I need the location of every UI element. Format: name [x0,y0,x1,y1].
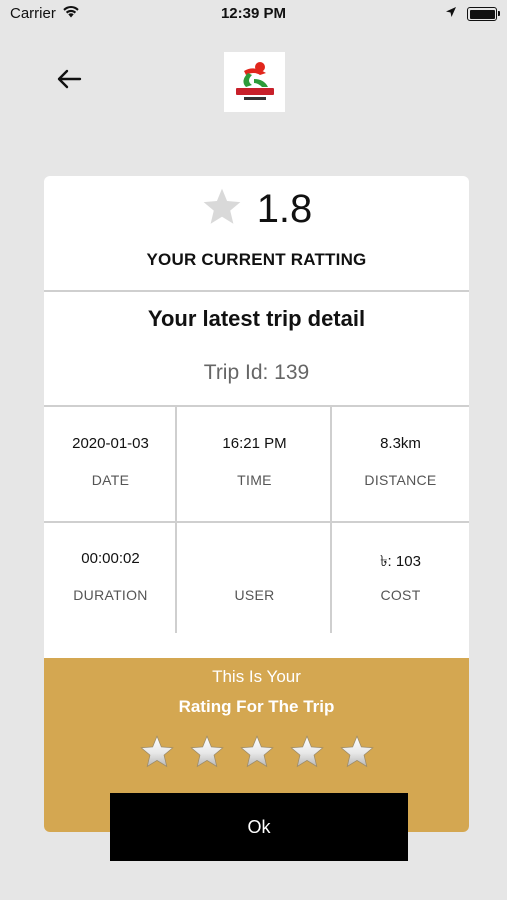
location-arrow-icon [445,5,457,23]
detail-date: 2020-01-03 DATE [44,407,177,521]
detail-value: 00:00:02 [81,550,140,567]
detail-distance: 8.3km DISTANCE [332,407,469,521]
trip-details-grid: 2020-01-03 DATE 16:21 PM TIME 8.3km DIST… [44,407,469,633]
trip-card: 1.8 YOUR CURRENT RATTING Your latest tri… [44,176,469,832]
trip-id: Trip Id: 139 [203,361,310,384]
detail-label: COST [380,587,421,603]
detail-value: ৳: 103 [380,553,421,570]
star-4-icon[interactable] [289,734,325,770]
detail-value: 16:21 PM [222,435,287,452]
detail-label: USER [234,587,275,603]
star-5-icon[interactable] [339,734,375,770]
detail-label: DURATION [73,587,148,603]
rating-value: 1.8 [256,187,313,231]
detail-value: 2020-01-03 [72,435,149,452]
back-button[interactable] [50,64,88,98]
rating-star-icon [201,186,243,233]
detail-cost: ৳: 103 COST [332,522,469,632]
rate-prompt-line1: This Is Your [212,667,301,686]
app-logo [224,52,285,112]
divider [175,407,177,633]
back-arrow-icon [56,69,82,94]
detail-user: USER [177,522,332,632]
star-rating-input [44,734,469,770]
rating-caption: YOUR CURRENT RATTING [146,250,367,269]
status-time: 12:39 PM [220,5,287,22]
status-bar: Carrier 12:39 PM [0,0,507,28]
detail-label: DATE [91,472,130,488]
detail-duration: 00:00:02 DURATION [44,522,177,632]
ok-button[interactable]: Ok [110,793,408,861]
star-1-icon[interactable] [139,734,175,770]
detail-label: TIME [237,472,272,488]
trip-title: Your latest trip detail [147,306,366,331]
divider [330,407,332,633]
divider [44,290,469,292]
detail-value: 8.3km [380,435,421,452]
star-3-icon[interactable] [239,734,275,770]
star-2-icon[interactable] [189,734,225,770]
detail-label: DISTANCE [364,472,437,488]
current-rating: 1.8 [44,186,469,233]
battery-icon [467,7,500,21]
rate-prompt-line2: Rating For The Trip [178,697,335,716]
detail-time: 16:21 PM TIME [177,407,332,521]
